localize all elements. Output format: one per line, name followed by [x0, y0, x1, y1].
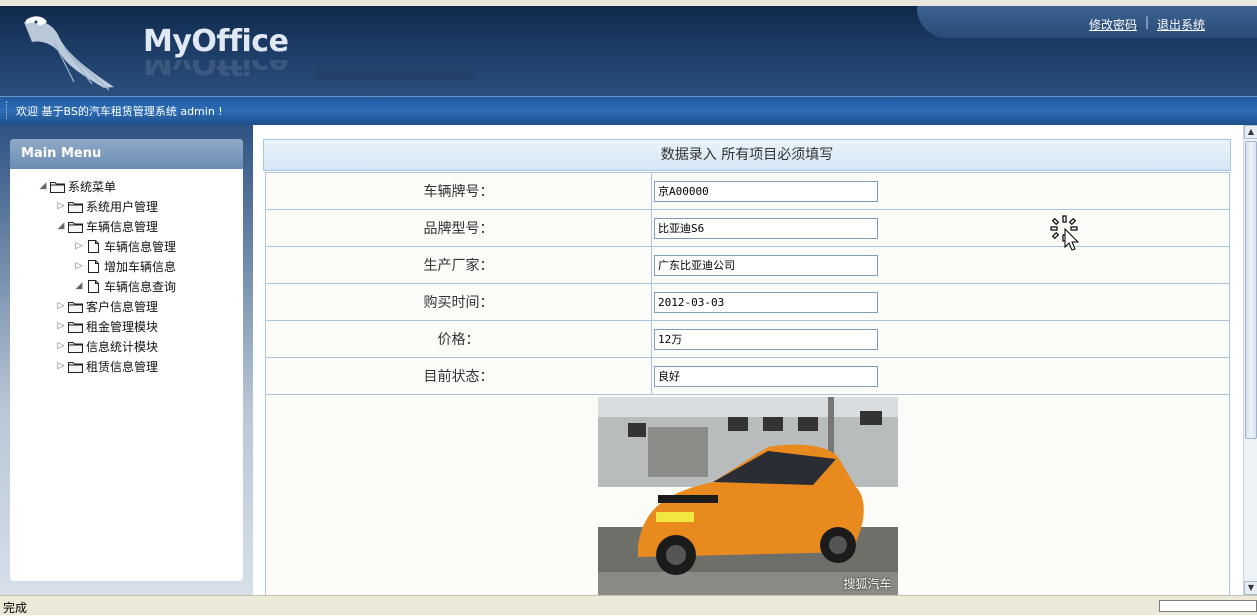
sidebar-tree-item[interactable]: ▷ 车辆信息管理 [72, 237, 176, 255]
sidebar-tree-item[interactable]: ◢ 车辆信息查询 [72, 277, 176, 295]
form-row: 价格： [265, 320, 1230, 358]
busy-cursor-icon [1050, 215, 1080, 251]
field-input[interactable] [654, 180, 878, 202]
main-content: 数据录入 所有项目必须填写 车辆牌号：品牌型号：生产厂家：购买时间：价格：目前状… [253, 125, 1243, 595]
photo-cell: 搜狐汽车 [265, 394, 1230, 595]
folder-icon [68, 221, 83, 233]
header-links: 修改密码 | 退出系统 [917, 6, 1257, 38]
collapsed-arrow-icon[interactable]: ▷ [54, 341, 68, 351]
sidebar-tree-item[interactable]: ◢ 车辆信息管理 [54, 217, 158, 235]
field-cell [651, 357, 1230, 395]
expanded-arrow-icon[interactable]: ◢ [36, 181, 50, 191]
field-input[interactable] [654, 254, 878, 276]
menu-panel: Main Menu ◢ 系统菜单 ▷ 系统用户管理 ◢ 车辆信息管理 ▷ 车辆信息管理 ▷ 增加车… [10, 139, 243, 581]
collapsed-arrow-icon[interactable]: ▷ [54, 301, 68, 311]
collapsed-arrow-icon[interactable]: ▷ [54, 321, 68, 331]
field-label: 车辆牌号： [265, 172, 652, 210]
sidebar-tree-label: 租赁信息管理 [86, 359, 159, 374]
sidebar-tree-label: 增加车辆信息 [104, 259, 177, 274]
sidebar-tree-item[interactable]: ◢ 系统菜单 [36, 177, 116, 195]
decorative-bar [315, 68, 475, 80]
sidebar-tree-label: 车辆信息管理 [104, 239, 177, 254]
document-icon [88, 239, 99, 253]
field-input[interactable] [654, 291, 878, 313]
field-cell [651, 246, 1230, 284]
app-logo-text: MyOffice [143, 24, 289, 59]
photo-caption: 搜狐汽车 [843, 577, 892, 591]
welcome-text: 欢迎 基于BS的汽车租赁管理系统 admin ! [16, 105, 223, 118]
folder-icon [68, 361, 83, 373]
logout-link[interactable]: 退出系统 [1157, 16, 1205, 33]
folder-icon [68, 201, 83, 213]
welcome-bar: 欢迎 基于BS的汽车租赁管理系统 admin ! [0, 96, 1257, 125]
scroll-down-icon[interactable]: ▼ [1244, 581, 1257, 595]
field-cell [651, 172, 1230, 210]
field-input[interactable] [654, 328, 878, 350]
sidebar-tree-item[interactable]: ▷ 客户信息管理 [54, 297, 158, 315]
field-input[interactable] [654, 217, 878, 239]
field-input[interactable] [654, 365, 878, 387]
form-row: 购买时间： [265, 283, 1230, 321]
sidebar-tree-label: 租金管理模块 [86, 319, 159, 334]
status-bar: 完成 [0, 595, 1257, 615]
folder-icon [68, 321, 83, 333]
document-icon [88, 279, 99, 293]
progress-bar [1159, 600, 1257, 612]
welcome-grip [6, 101, 9, 119]
form-row: 车辆牌号： [265, 172, 1230, 210]
sidebar-tree-item[interactable]: ▷ 租赁信息管理 [54, 357, 158, 375]
form-title: 数据录入 所有项目必须填写 [263, 139, 1231, 171]
collapsed-arrow-icon[interactable]: ▷ [54, 361, 68, 371]
field-label: 生产厂家： [265, 246, 652, 284]
status-text: 完成 [3, 601, 28, 615]
link-separator: | [1145, 15, 1150, 29]
form-row: 生产厂家： [265, 246, 1230, 284]
sidebar-tree-item[interactable]: ▷ 租金管理模块 [54, 317, 158, 335]
collapsed-arrow-icon[interactable]: ▷ [72, 261, 86, 271]
collapsed-arrow-icon[interactable]: ▷ [54, 201, 68, 211]
sidebar-tree-label: 系统菜单 [68, 179, 117, 194]
sidebar-tree-label: 车辆信息管理 [86, 219, 159, 234]
field-cell [651, 209, 1230, 247]
vehicle-form-table: 车辆牌号：品牌型号：生产厂家：购买时间：价格：目前状态： [265, 172, 1230, 595]
sidebar-tree-label: 客户信息管理 [86, 299, 159, 314]
field-label: 目前状态： [265, 357, 652, 395]
form-row: 目前状态： [265, 357, 1230, 395]
field-cell [651, 283, 1230, 321]
vehicle-photo: 搜狐汽车 [597, 397, 898, 595]
sidebar-tree-label: 车辆信息查询 [104, 279, 177, 294]
sidebar-tree-item[interactable]: ▷ 信息统计模块 [54, 337, 158, 355]
document-icon [88, 259, 99, 273]
sidebar-tree-label: 信息统计模块 [86, 339, 159, 354]
form-row: 品牌型号： [265, 209, 1230, 247]
field-label: 购买时间： [265, 283, 652, 321]
collapsed-arrow-icon[interactable]: ▷ [72, 241, 86, 251]
app-logo-reflection: MyOffice [143, 60, 289, 80]
scroll-up-icon[interactable]: ▲ [1244, 125, 1257, 139]
sidebar-tree-label: 系统用户管理 [86, 199, 159, 214]
field-cell [651, 320, 1230, 358]
top-banner: MyOffice MyOffice 修改密码 | 退出系统 [0, 0, 1257, 96]
field-label: 品牌型号： [265, 209, 652, 247]
scroll-thumb[interactable] [1245, 141, 1257, 439]
car-image-icon [597, 397, 898, 595]
folder-icon [50, 181, 65, 193]
logo-bird-icon [24, 16, 114, 91]
menu-title: Main Menu [10, 139, 243, 169]
expanded-arrow-icon[interactable]: ◢ [72, 281, 86, 291]
sidebar-tree-item[interactable]: ▷ 增加车辆信息 [72, 257, 176, 275]
expanded-arrow-icon[interactable]: ◢ [54, 221, 68, 231]
change-password-link[interactable]: 修改密码 [1089, 16, 1137, 33]
vertical-scrollbar[interactable]: ▲ ▼ [1243, 125, 1257, 595]
sidebar: Main Menu ◢ 系统菜单 ▷ 系统用户管理 ◢ 车辆信息管理 ▷ 车辆信息管理 ▷ 增加车… [0, 125, 253, 595]
sidebar-tree-item[interactable]: ▷ 系统用户管理 [54, 197, 158, 215]
folder-icon [68, 301, 83, 313]
folder-icon [68, 341, 83, 353]
field-label: 价格： [265, 320, 652, 358]
photo-row: 搜狐汽车 [265, 394, 1230, 595]
